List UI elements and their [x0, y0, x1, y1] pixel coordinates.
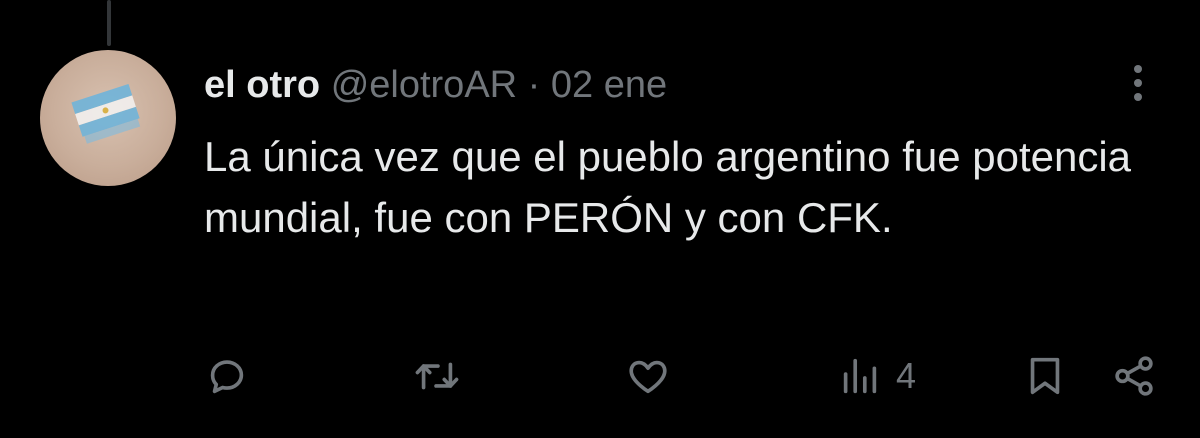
- argentina-flag-tattoo-icon: [71, 84, 141, 144]
- tweet-text: La única vez que el pueblo argentino fue…: [204, 133, 1132, 241]
- header-separator: ·: [527, 64, 541, 106]
- reply-icon: [210, 360, 244, 394]
- action-bar: 4: [0, 345, 1200, 407]
- more-options-icon[interactable]: [1124, 60, 1152, 106]
- thread-connector-line: [107, 0, 111, 46]
- like-button[interactable]: [624, 345, 672, 407]
- share-button[interactable]: [1110, 345, 1158, 407]
- views-chart-icon: [843, 358, 877, 394]
- tweet-date[interactable]: 02 ene: [551, 64, 667, 106]
- views-button[interactable]: 4: [836, 345, 916, 407]
- views-count: 4: [896, 355, 917, 396]
- retweet-button[interactable]: [412, 345, 462, 407]
- author-handle[interactable]: @elotroAR: [331, 64, 517, 106]
- retweet-icon: [415, 362, 459, 390]
- bookmark-icon: [1030, 357, 1060, 395]
- author-name[interactable]: el otro: [204, 64, 320, 106]
- share-icon: [1115, 356, 1153, 396]
- heart-icon: [629, 360, 667, 394]
- tweet-header: el otro @elotroAR · 02 ene: [204, 60, 667, 110]
- bookmark-button[interactable]: [1022, 345, 1068, 407]
- reply-button[interactable]: [204, 345, 250, 407]
- avatar[interactable]: [40, 50, 176, 186]
